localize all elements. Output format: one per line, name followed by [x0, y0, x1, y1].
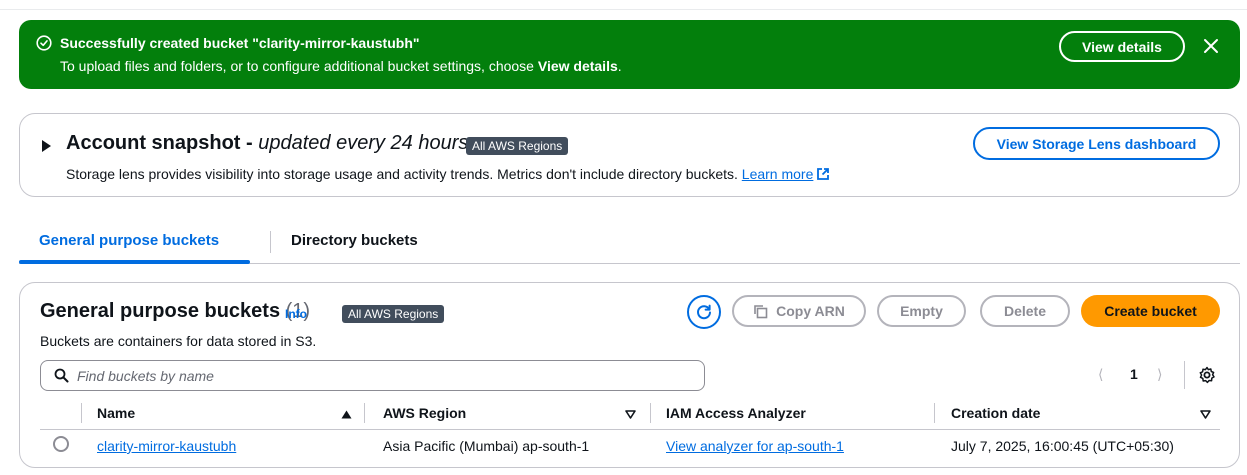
sort-descending-icon[interactable]: [1200, 410, 1211, 419]
bucket-search-box: [40, 360, 705, 391]
external-link-icon[interactable]: [816, 167, 830, 181]
account-snapshot-panel: Account snapshot - updated every 24 hour…: [19, 113, 1240, 197]
create-bucket-button[interactable]: Create bucket: [1081, 295, 1220, 327]
tab-separator: [270, 231, 271, 253]
buckets-heading: General purpose buckets (1): [40, 300, 310, 323]
gear-icon[interactable]: [1198, 366, 1216, 384]
flash-message-text: To upload files and folders, or to confi…: [60, 58, 538, 74]
column-header-name[interactable]: Name: [97, 405, 135, 421]
column-separator: [650, 403, 651, 423]
snapshot-title[interactable]: Account snapshot - updated every 24 hour…: [66, 132, 468, 155]
copy-arn-label: Copy ARN: [776, 303, 845, 319]
refresh-icon: [697, 304, 711, 320]
column-header-iam-access-analyzer[interactable]: IAM Access Analyzer: [666, 405, 806, 421]
success-check-icon: [36, 35, 52, 51]
general-purpose-buckets-panel: General purpose buckets (1) Info All AWS…: [19, 282, 1240, 468]
find-buckets-input[interactable]: [77, 364, 697, 387]
top-divider: [0, 0, 1247, 10]
bucket-name-link[interactable]: clarity-mirror-kaustubh: [97, 438, 236, 454]
refresh-button[interactable]: [687, 295, 721, 329]
bucket-creation-date: July 7, 2025, 16:00:45 (UTC+05:30): [951, 438, 1174, 454]
flash-message-period: .: [617, 58, 622, 74]
column-header-aws-region[interactable]: AWS Region: [383, 405, 466, 421]
sort-descending-icon[interactable]: [625, 410, 636, 419]
success-flashbar: Successfully created bucket "clarity-mir…: [19, 20, 1240, 89]
current-page-number[interactable]: 1: [1130, 366, 1138, 382]
pager-separator: [1184, 361, 1185, 389]
previous-page-icon[interactable]: ⟨: [1098, 366, 1103, 383]
flash-title: Successfully created bucket "clarity-mir…: [60, 35, 420, 51]
view-details-button[interactable]: View details: [1059, 31, 1185, 62]
buckets-regions-badge: All AWS Regions: [342, 305, 445, 323]
column-header-creation-date[interactable]: Creation date: [951, 405, 1040, 421]
flash-message-emphasis: View details: [537, 58, 618, 74]
column-separator: [364, 403, 365, 423]
snapshot-title-italic: updated every 24 hours: [258, 132, 469, 154]
close-icon[interactable]: [1200, 35, 1222, 57]
caret-right-icon[interactable]: [42, 140, 51, 152]
next-page-icon[interactable]: ⟩: [1157, 366, 1162, 383]
copy-icon: [754, 304, 768, 318]
buckets-description: Buckets are containers for data stored i…: [40, 333, 317, 349]
sort-ascending-icon[interactable]: [341, 410, 352, 419]
tab-directory-buckets[interactable]: Directory buckets: [291, 232, 418, 249]
tab-general-purpose-buckets[interactable]: General purpose buckets: [39, 232, 219, 249]
info-link[interactable]: Info: [285, 307, 307, 321]
search-icon: [54, 368, 69, 383]
learn-more-link[interactable]: Learn more: [742, 166, 814, 182]
bucket-type-tabs: General purpose buckets Directory bucket…: [19, 222, 1240, 264]
empty-button[interactable]: Empty: [877, 295, 966, 327]
column-separator: [934, 403, 935, 423]
table-header-divider: [40, 429, 1220, 430]
active-tab-indicator: [19, 260, 250, 264]
snapshot-description-text: Storage lens provides visibility into st…: [66, 166, 742, 182]
view-storage-lens-dashboard-button[interactable]: View Storage Lens dashboard: [973, 127, 1220, 160]
view-analyzer-link[interactable]: View analyzer for ap-south-1: [666, 438, 844, 454]
column-separator: [81, 403, 82, 423]
snapshot-description: Storage lens provides visibility into st…: [66, 166, 830, 182]
row-select-radio[interactable]: [53, 436, 69, 452]
flash-message: To upload files and folders, or to confi…: [60, 58, 622, 74]
snapshot-regions-badge: All AWS Regions: [466, 137, 569, 155]
buckets-heading-text: General purpose buckets: [40, 300, 281, 322]
copy-arn-button[interactable]: Copy ARN: [732, 295, 866, 327]
delete-button[interactable]: Delete: [980, 295, 1070, 327]
snapshot-title-bold: Account snapshot -: [66, 132, 259, 154]
bucket-region: Asia Pacific (Mumbai) ap-south-1: [383, 438, 590, 454]
